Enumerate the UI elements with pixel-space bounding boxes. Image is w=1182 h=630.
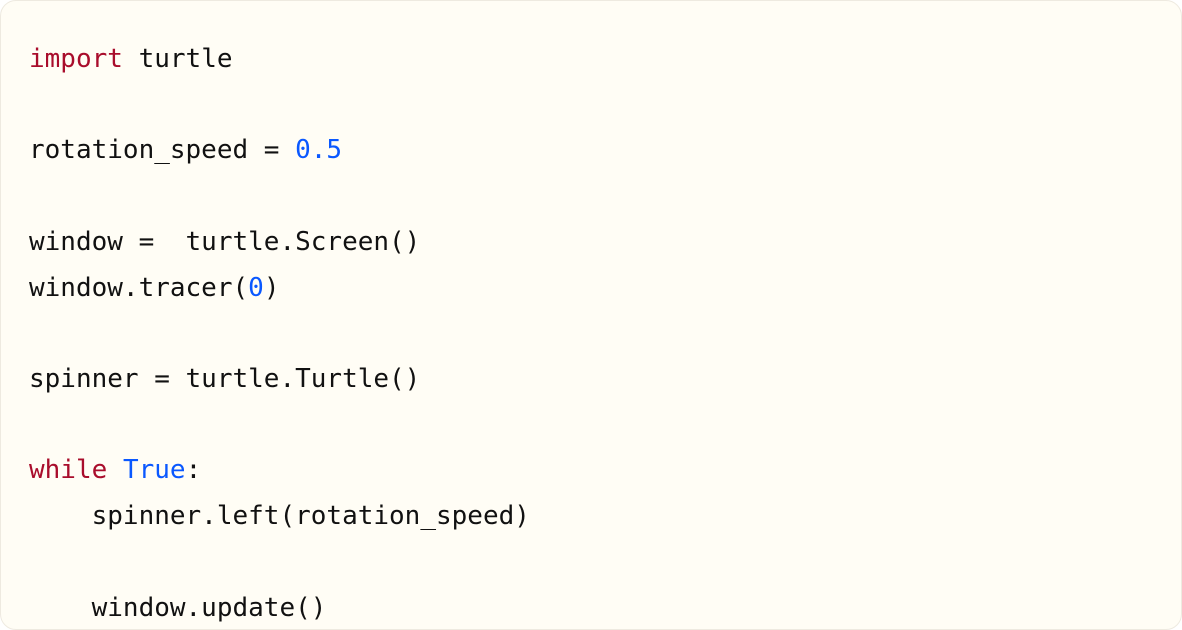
code-token: window.update()	[29, 593, 326, 623]
code-token: window = turtle.Screen()	[29, 227, 420, 257]
code-token: window.tracer(	[29, 273, 248, 303]
code-content: import turtle rotation_speed = 0.5 windo…	[29, 44, 530, 623]
code-token: 0	[248, 273, 264, 303]
code-token: spinner.left(rotation_speed)	[29, 501, 530, 531]
code-token: )	[264, 273, 280, 303]
code-token: while	[29, 455, 107, 485]
code-block: import turtle rotation_speed = 0.5 windo…	[0, 0, 1182, 630]
code-token: rotation_speed =	[29, 135, 295, 165]
code-token: :	[186, 455, 202, 485]
code-token	[107, 455, 123, 485]
code-token: True	[123, 455, 186, 485]
code-token: import	[29, 44, 123, 74]
code-token: spinner = turtle.Turtle()	[29, 364, 420, 394]
code-token: turtle	[123, 44, 233, 74]
code-token: 0.5	[295, 135, 342, 165]
